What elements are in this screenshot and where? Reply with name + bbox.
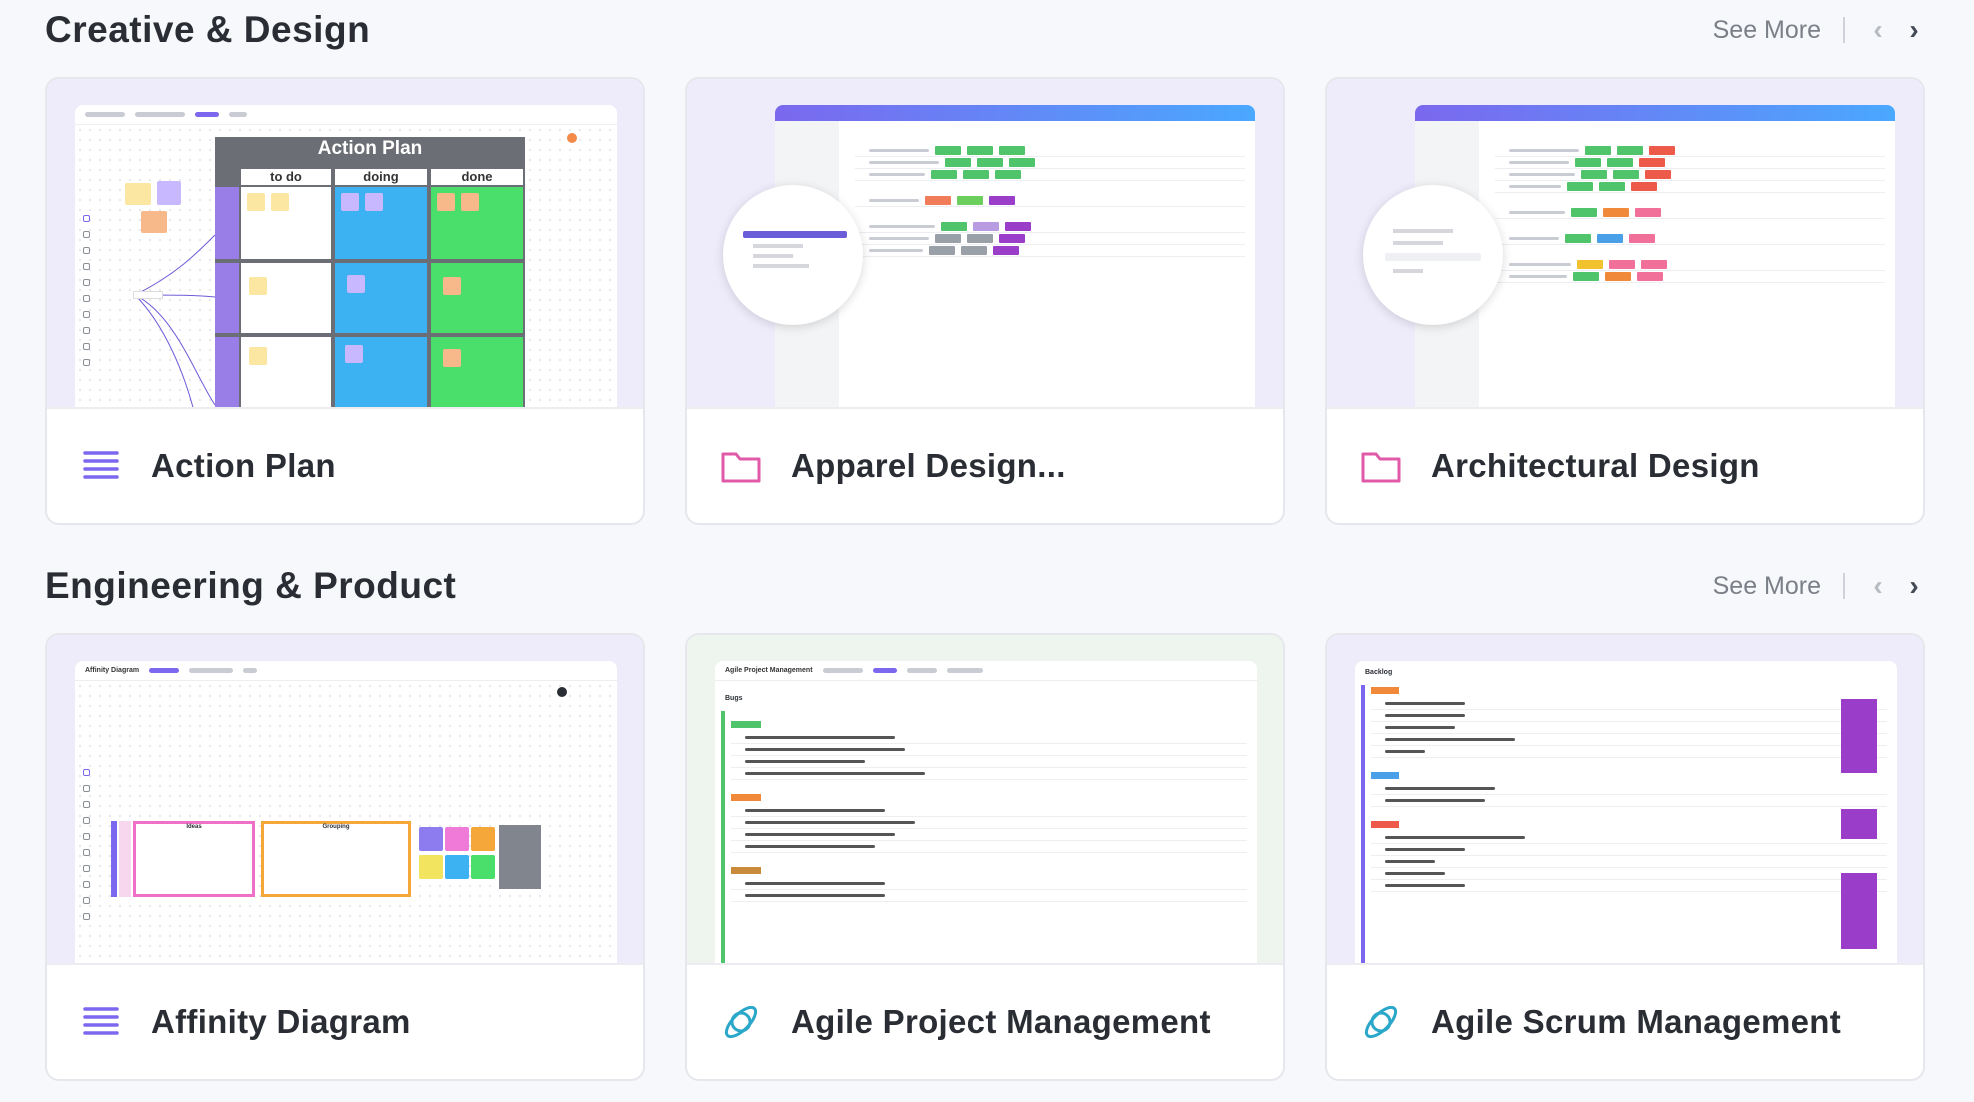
thumbnail-topbar: Agile Project Management [715,661,1257,681]
orbit-icon [1364,1005,1398,1039]
doc-lines-icon [83,451,119,479]
chevron-left-icon[interactable]: ‹ [1867,570,1889,602]
section-title: Engineering & Product [45,565,457,606]
card-title: Affinity Diagram [151,1003,411,1040]
folder-icon [721,452,761,483]
template-thumbnail: Backlog [1327,635,1923,965]
divider [1843,573,1845,599]
card-title: Architectural Design [1431,447,1760,484]
section-header: Creative & Design See More ‹ › [45,0,1925,60]
card-title: Action Plan [151,447,336,484]
chevron-left-icon[interactable]: ‹ [1867,14,1889,46]
thumbnail-topbar: Affinity Diagram [75,661,617,681]
toolbar-icons [81,769,93,949]
column-header: doing [335,169,427,185]
doc-lines-icon [83,1007,119,1035]
mindmap-lines [135,234,216,407]
orbit-icon [724,1005,758,1039]
see-more-link[interactable]: See More [1713,16,1821,45]
template-card-apparel-design[interactable]: Apparel Design... [685,77,1285,525]
divider [1843,17,1845,43]
section-header: Engineering & Product See More ‹ › [45,556,1925,616]
thumbnail-screen: Backlog [1355,661,1897,963]
magnifier-lens [723,185,863,325]
template-card-architectural-design[interactable]: Architectural Design [1325,77,1925,525]
section-nav: See More ‹ › [1713,14,1925,46]
action-plan-board: Action Plan to do doing done [215,137,525,407]
thumbnail-app-title: Agile Project Management [725,667,813,674]
thumbnail-screen: Agile Project Management Bugs [715,661,1257,963]
template-card-agile-project-management[interactable]: Agile Project Management Bugs Agile Proj… [685,633,1285,1081]
thumbnail-topbar [75,105,617,125]
section-nav: See More ‹ › [1713,570,1925,602]
section-engineering-product: Engineering & Product See More ‹ › Affin… [45,556,1925,1081]
card-title: Agile Project Management [791,1003,1211,1040]
card-footer: Agile Scrum Management [1327,965,1923,1079]
card-title: Agile Scrum Management [1431,1003,1842,1040]
card-footer: Apparel Design... [687,409,1283,523]
template-card-action-plan[interactable]: Action Plan to do doing done Action Plan [45,77,645,525]
folder-icon [1361,452,1401,483]
column-header: done [431,169,523,185]
see-more-link[interactable]: See More [1713,572,1821,601]
chevron-right-icon[interactable]: › [1903,570,1925,602]
magnifier-lens [1363,185,1503,325]
template-thumbnail [1327,79,1923,409]
template-thumbnail: Affinity Diagram Ideas Grouping [47,635,643,965]
toolbar-icons [81,215,93,395]
template-card-affinity-diagram[interactable]: Affinity Diagram Ideas Grouping Affinity… [45,633,645,1081]
column-header: to do [241,169,331,185]
card-title: Apparel Design... [791,447,1066,484]
section-creative-design: Creative & Design See More ‹ › Action Pl… [45,0,1925,525]
card-footer: Affinity Diagram [47,965,643,1079]
frame-label: Ideas [186,824,202,830]
list-name: Backlog [1365,669,1393,676]
card-footer: Agile Project Management [687,965,1283,1079]
board-title: Action Plan [317,138,423,159]
card-footer: Action Plan [47,409,643,523]
frame-label: Grouping [322,824,350,830]
chevron-right-icon[interactable]: › [1903,14,1925,46]
template-card-agile-scrum-management[interactable]: Backlog Agile Scrum Management [1325,633,1925,1081]
thumbnail-screen: Action Plan to do doing done [75,105,617,407]
template-thumbnail: Action Plan to do doing done [47,79,643,409]
thumbnail-app-title: Affinity Diagram [85,667,140,674]
section-title: Creative & Design [45,9,371,50]
template-thumbnail [687,79,1283,409]
thumbnail-screen: Affinity Diagram Ideas Grouping [75,661,617,963]
card-footer: Architectural Design [1327,409,1923,523]
list-name: Bugs [725,695,743,702]
template-thumbnail: Agile Project Management Bugs [687,635,1283,965]
template-cards: Action Plan to do doing done Action Plan… [45,77,1925,525]
template-cards: Affinity Diagram Ideas Grouping Affinity… [45,633,1925,1081]
